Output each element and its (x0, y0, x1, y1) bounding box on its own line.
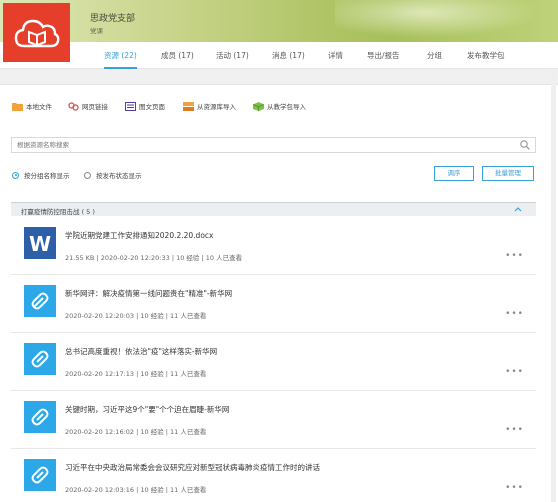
page-button[interactable]: 图文页面 (125, 101, 165, 111)
page-icon (125, 101, 136, 111)
resource-meta: 2020-02-20 12:03:16 | 10 经验 | 11 人已查看 (65, 486, 207, 494)
resource-row[interactable]: 关键时期，习近平这9个"要"个个迫在眉睫-新华网 2020-02-20 12:1… (11, 391, 536, 449)
resource-row[interactable]: 总书记高度重视！依法治"疫"这样落实-新华网 2020-02-20 12:17:… (11, 333, 536, 391)
tab-groups[interactable]: 分组 (427, 42, 442, 69)
sort-button[interactable]: 调序 (434, 166, 474, 181)
scrollbar-track[interactable] (551, 71, 556, 502)
more-icon[interactable]: ••• (505, 251, 524, 261)
tab-export-report[interactable]: 导出/报告 (367, 42, 400, 69)
section-header[interactable]: 打赢疫情防控阻击战 ( 5 ) (11, 202, 536, 216)
word-doc-icon: W (24, 227, 56, 259)
more-icon[interactable]: ••• (505, 425, 524, 435)
tab-messages[interactable]: 消息 (17) (272, 42, 305, 69)
tab-members[interactable]: 成员 (17) (161, 42, 194, 69)
resource-title[interactable]: 新华网评：解决疫情第一线问题贵在"精准"-新华网 (65, 288, 232, 299)
library-import-icon (183, 101, 194, 111)
svg-text:W: W (29, 232, 51, 256)
radio-unselected-icon (84, 171, 91, 179)
link-icon (24, 459, 56, 491)
search-box (11, 137, 536, 153)
radio-by-status[interactable]: 按发布状态显示 (84, 170, 142, 180)
resource-title[interactable]: 关键时期，习近平这9个"要"个个迫在眉睫-新华网 (65, 404, 229, 415)
group-subtitle: 党课 (90, 27, 103, 35)
resource-row[interactable]: 习近平在中央政治局常委会会议研究应对新型冠状病毒肺炎疫情工作时的讲话 2020-… (11, 449, 536, 502)
web-link-label: 网页链接 (82, 103, 108, 111)
radio-by-status-label: 按发布状态显示 (96, 172, 142, 180)
tab-publish-package[interactable]: 发布教学包 (467, 42, 505, 69)
resource-meta: 2020-02-20 12:20:03 | 10 经验 | 11 人已查看 (65, 312, 207, 320)
package-import-button[interactable]: 从教学包导入 (253, 101, 306, 111)
resource-title[interactable]: 习近平在中央政治局常委会会议研究应对新型冠状病毒肺炎疫情工作时的讲话 (65, 462, 320, 473)
more-icon[interactable]: ••• (505, 367, 524, 377)
resource-title[interactable]: 学院近期党建工作安排通知2020.2.20.docx (65, 230, 213, 241)
web-link-button[interactable]: 网页链接 (68, 101, 108, 111)
group-title: 思政党支部 (90, 14, 136, 24)
search-input[interactable] (12, 138, 502, 152)
group-header (0, 0, 558, 42)
search-icon[interactable] (520, 140, 530, 150)
tab-resources[interactable]: 资源 (22) (104, 42, 137, 69)
package-import-icon (253, 101, 264, 111)
resource-title[interactable]: 总书记高度重视！依法治"疫"这样落实-新华网 (65, 346, 217, 357)
tab-activities[interactable]: 活动 (17) (216, 42, 249, 69)
local-file-label: 本地文件 (26, 103, 52, 111)
local-file-button[interactable]: 本地文件 (12, 101, 52, 111)
radio-by-group-label: 按分组名称显示 (24, 172, 70, 180)
library-import-button[interactable]: 从资源库导入 (183, 101, 236, 111)
resource-row[interactable]: W 学院近期党建工作安排通知2020.2.20.docx 21.55 KB | … (11, 217, 536, 275)
group-logo (3, 3, 70, 62)
link-icon (24, 343, 56, 375)
resource-row[interactable]: 新华网评：解决疫情第一线问题贵在"精准"-新华网 2020-02-20 12:2… (11, 275, 536, 333)
radio-selected-icon (12, 171, 19, 179)
link-icon (68, 101, 79, 111)
folder-icon (12, 102, 23, 111)
tab-divider-band (0, 69, 558, 85)
batch-manage-button[interactable]: 批量管理 (482, 166, 534, 181)
chevron-up-icon[interactable] (514, 206, 522, 212)
cloud-book-icon (14, 19, 59, 47)
more-icon[interactable]: ••• (505, 483, 524, 493)
link-icon (24, 285, 56, 317)
resource-meta: 2020-02-20 12:16:02 | 10 经验 | 11 人已查看 (65, 428, 207, 436)
resource-meta: 21.55 KB | 2020-02-20 12:20:33 | 10 经验 |… (65, 254, 243, 262)
more-icon[interactable]: ••• (505, 309, 524, 319)
tab-details[interactable]: 详情 (328, 42, 343, 69)
package-import-label: 从教学包导入 (267, 103, 306, 111)
library-import-label: 从资源库导入 (197, 103, 236, 111)
link-icon (24, 401, 56, 433)
section-title: 打赢疫情防控阻击战 ( 5 ) (21, 208, 95, 216)
resource-meta: 2020-02-20 12:17:13 | 10 经验 | 11 人已查看 (65, 370, 207, 378)
tab-bar: 资源 (22) 成员 (17) 活动 (17) 消息 (17) 详情 导出/报告… (0, 42, 558, 69)
page-label: 图文页面 (139, 103, 165, 111)
radio-by-group[interactable]: 按分组名称显示 (12, 170, 70, 180)
